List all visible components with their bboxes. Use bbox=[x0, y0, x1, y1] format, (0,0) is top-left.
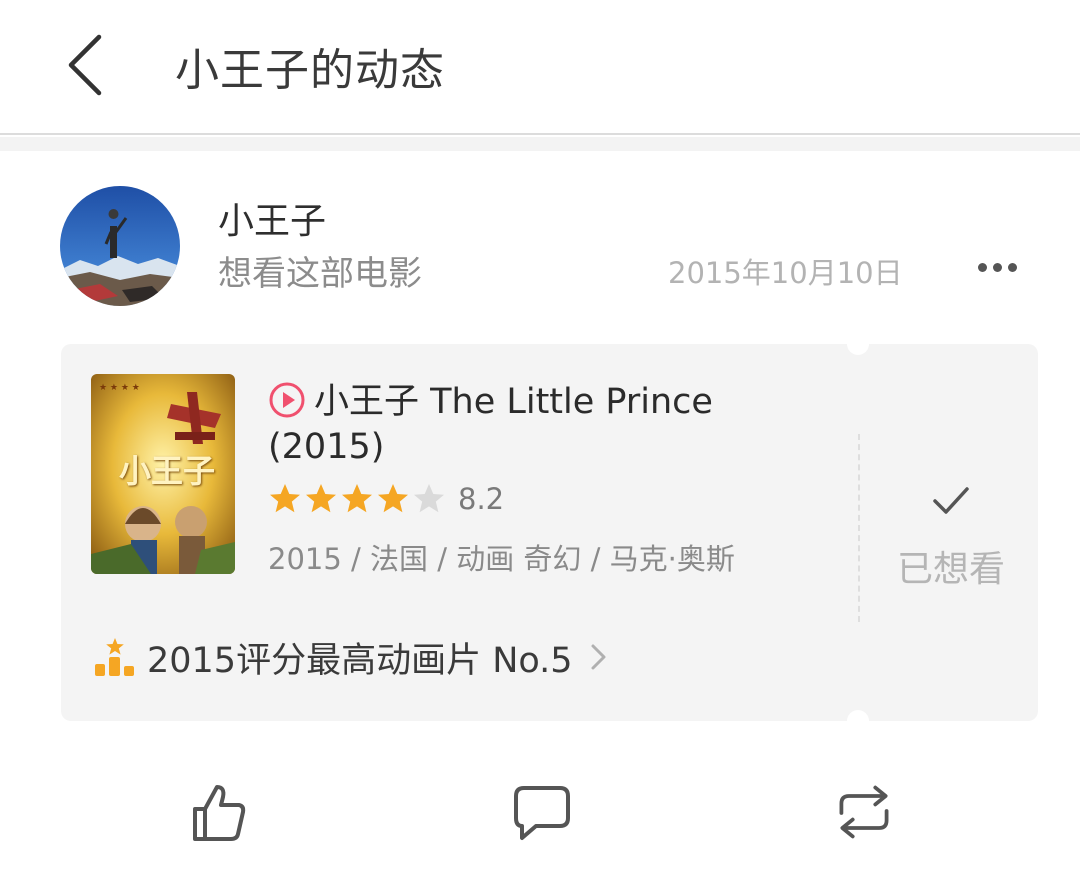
comment-button[interactable] bbox=[510, 780, 574, 844]
ranking-link[interactable]: 2015评分最高动画片 No.5 bbox=[93, 634, 609, 681]
play-circle-icon bbox=[269, 382, 305, 418]
movie-title[interactable]: 小王子 The Little Prince (2015) bbox=[268, 380, 768, 470]
chevron-right-icon bbox=[591, 644, 606, 670]
more-dots-icon bbox=[977, 262, 987, 272]
svg-text:★ ★ ★ ★: ★ ★ ★ ★ bbox=[99, 383, 140, 393]
back-button[interactable] bbox=[50, 25, 120, 105]
movie-poster[interactable]: ★ ★ ★ ★ 小王子 bbox=[91, 374, 235, 574]
section-divider bbox=[0, 137, 1080, 151]
comment-icon bbox=[514, 786, 570, 840]
movie-title-line1: 小王子 The Little Prince bbox=[314, 382, 713, 422]
rating-stars bbox=[268, 482, 448, 516]
star-filled-icon bbox=[342, 484, 372, 513]
user-name[interactable]: 小王子 bbox=[218, 192, 326, 244]
star-filled-icon bbox=[270, 484, 300, 513]
repost-icon bbox=[839, 785, 889, 839]
rating-score: 8.2 bbox=[458, 482, 505, 516]
thumbs-up-icon bbox=[193, 785, 246, 841]
wish-status-label: 已想看 bbox=[896, 549, 1005, 590]
rating-row: 8.2 bbox=[268, 482, 504, 516]
star-filled-icon bbox=[378, 484, 408, 513]
chevron-left-icon bbox=[68, 34, 102, 96]
more-options-button[interactable] bbox=[968, 250, 1026, 284]
user-avatar[interactable] bbox=[60, 186, 180, 306]
repost-button[interactable] bbox=[832, 780, 896, 844]
star-filled-icon bbox=[306, 484, 336, 513]
card-dashed-divider bbox=[858, 434, 860, 622]
movie-card[interactable]: ★ ★ ★ ★ 小王子 小王子 The Little Prince (2015)… bbox=[61, 333, 1038, 732]
avatar-photo bbox=[60, 186, 180, 306]
movie-meta: 2015 / 法国 / 动画 奇幻 / 马克·奥斯 bbox=[268, 542, 735, 576]
card-notch-bottom bbox=[847, 710, 869, 732]
checkmark-icon bbox=[933, 487, 969, 514]
like-button[interactable] bbox=[186, 780, 250, 844]
page-title: 小王子的动态 bbox=[175, 45, 445, 96]
post-date: 2015年10月10日 bbox=[668, 256, 903, 290]
star-empty-icon bbox=[414, 484, 444, 513]
ranking-podium-icon bbox=[95, 638, 134, 676]
ranking-text: 2015评分最高动画片 No.5 bbox=[147, 640, 573, 681]
poster-title-text: 小王子 bbox=[119, 452, 216, 490]
wish-status-button[interactable]: 已想看 bbox=[881, 474, 1021, 594]
card-notch-top bbox=[847, 333, 869, 355]
top-bar: 小王子的动态 bbox=[0, 0, 1080, 135]
movie-title-line2: (2015) bbox=[268, 427, 385, 467]
post-action-text: 想看这部电影 bbox=[218, 254, 422, 294]
